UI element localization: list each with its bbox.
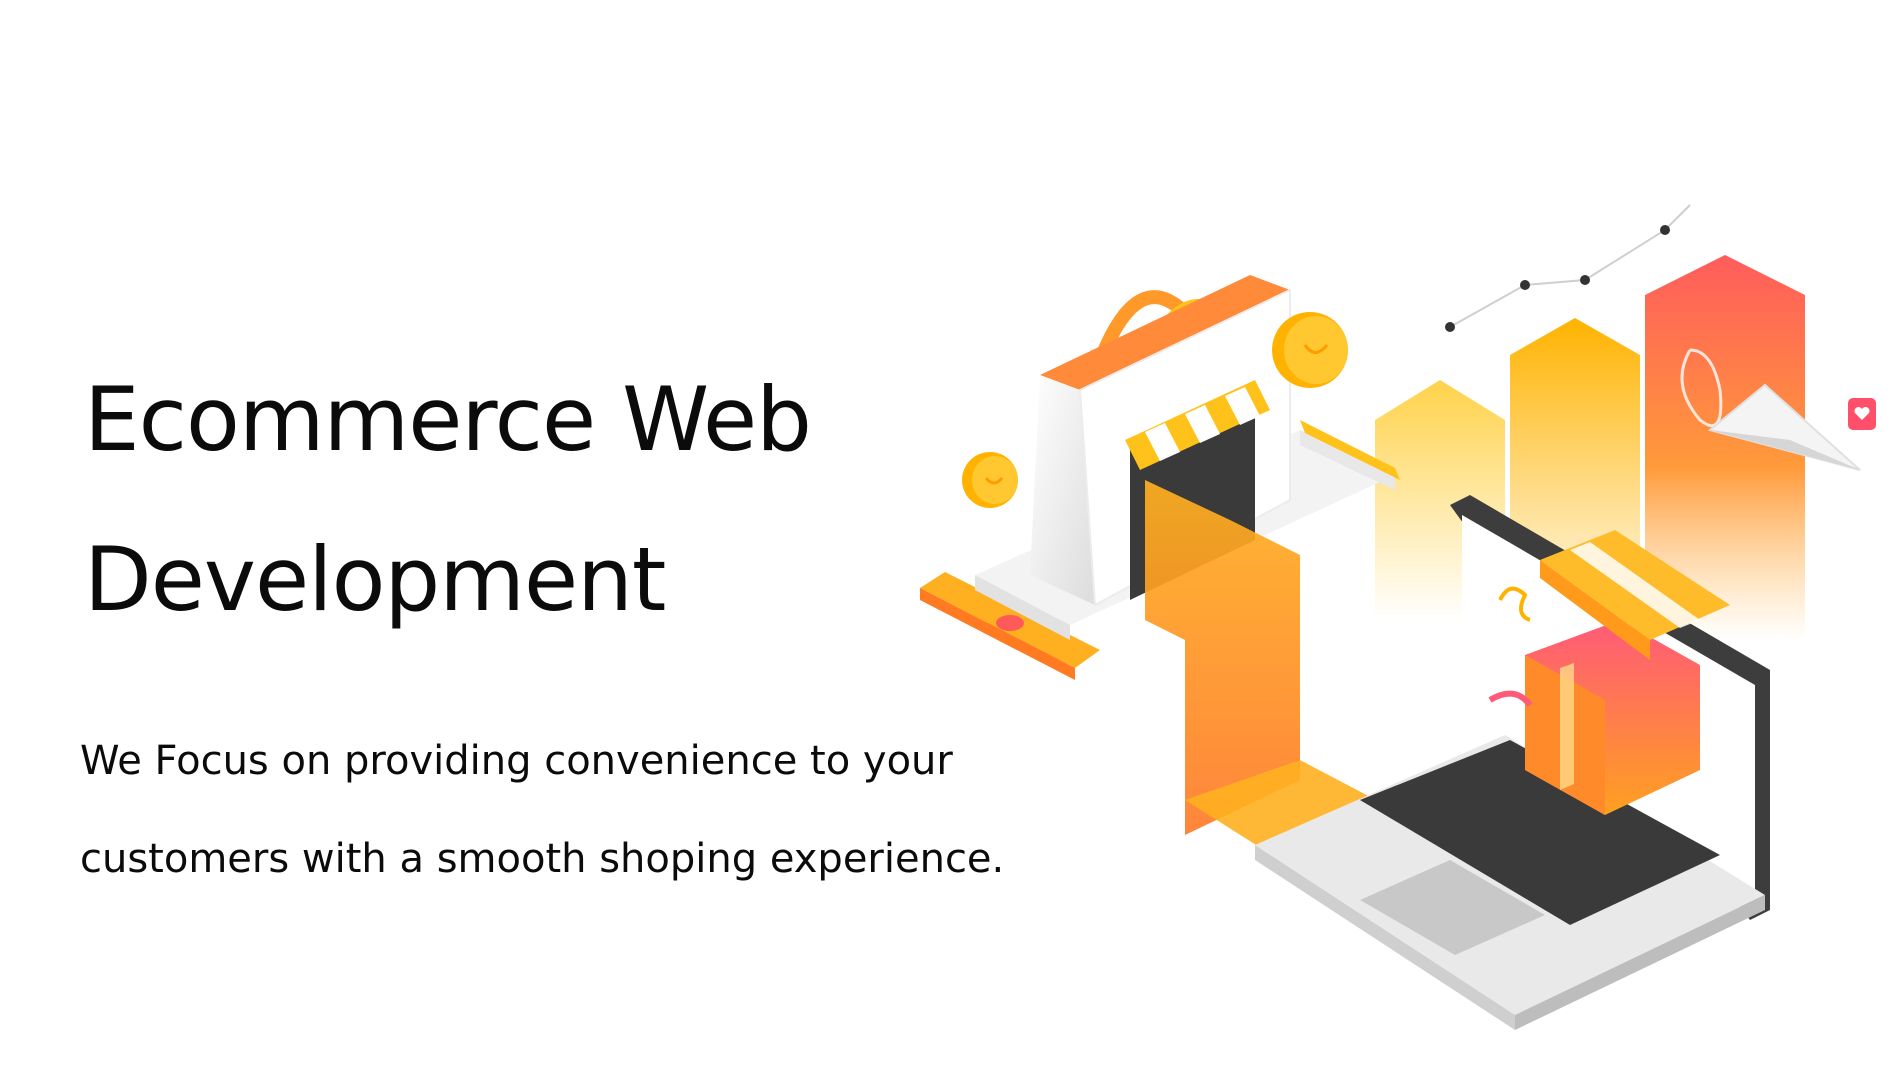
ecommerce-illustration (920, 204, 1876, 1030)
description-line-2: customers with a smooth shoping experien… (80, 836, 1005, 882)
heart-chat-icon (1848, 398, 1876, 430)
page-title: Ecommerce Web Development (84, 340, 984, 660)
description-line-1: We Focus on providing convenience to you… (80, 738, 953, 784)
title-line-2: Development (84, 528, 666, 631)
hero-text: Ecommerce Web Development We Focus on pr… (80, 340, 1004, 908)
hero-description: We Focus on providing convenience to you… (80, 712, 1005, 908)
title-line-1: Ecommerce Web (84, 368, 812, 471)
